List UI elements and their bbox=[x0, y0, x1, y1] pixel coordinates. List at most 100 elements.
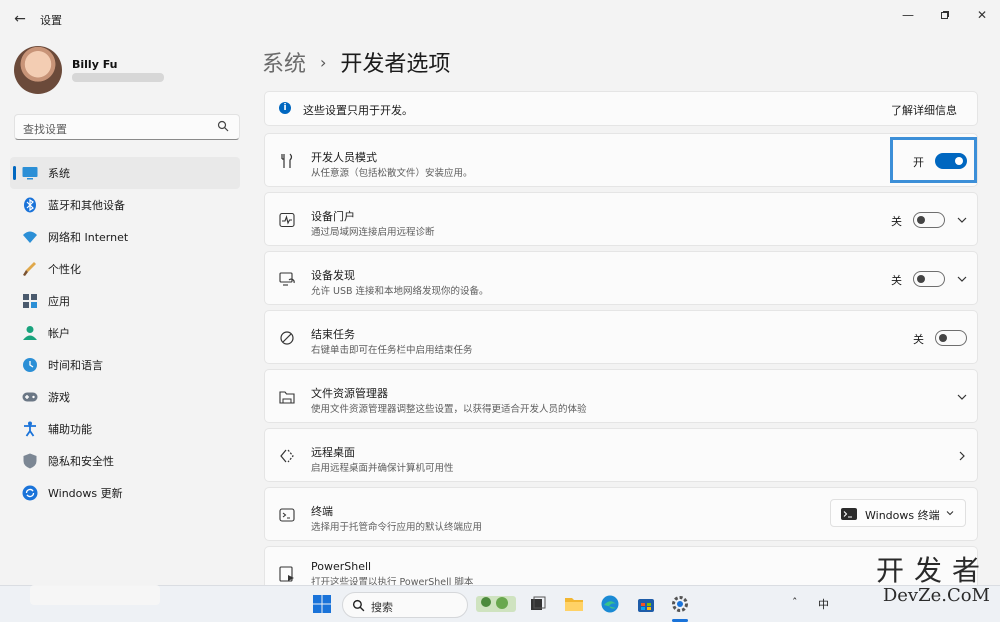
diagnostics-icon bbox=[279, 212, 295, 228]
powershell-icon bbox=[279, 566, 294, 582]
terminal-app-icon bbox=[841, 508, 857, 520]
end-task-toggle[interactable] bbox=[935, 330, 967, 346]
task-view-icon[interactable] bbox=[528, 594, 548, 614]
chevron-right-icon[interactable] bbox=[955, 449, 969, 463]
maximize-icon[interactable] bbox=[931, 6, 959, 24]
setting-desc: 启用远程桌面并确保计算机可用性 bbox=[311, 463, 454, 474]
setting-desc: 通过局域网连接启用远程诊断 bbox=[311, 227, 435, 238]
sidebar-item-accessibility[interactable]: 辅助功能 bbox=[10, 413, 240, 445]
learn-more-link[interactable]: 了解详细信息 bbox=[891, 102, 957, 118]
page-title: 开发者选项 bbox=[340, 52, 451, 77]
window-title: 设置 bbox=[40, 14, 62, 27]
sidebar-item-label: 系统 bbox=[48, 167, 70, 180]
search-icon[interactable] bbox=[217, 120, 229, 132]
sidebar-item-label: 蓝牙和其他设备 bbox=[48, 199, 125, 212]
minimize-icon[interactable]: — bbox=[894, 6, 922, 24]
store-icon[interactable] bbox=[636, 594, 656, 614]
setting-title: 开发人员模式 bbox=[311, 151, 377, 164]
accessibility-icon bbox=[22, 421, 38, 437]
highlight-annotation bbox=[890, 137, 977, 183]
info-banner: i 这些设置只用于开发。 了解详细信息 bbox=[264, 91, 978, 126]
avatar[interactable] bbox=[14, 46, 62, 94]
sidebar-item-label: 网络和 Internet bbox=[48, 231, 129, 244]
time-language-icon bbox=[22, 357, 38, 373]
device-discovery-toggle[interactable] bbox=[913, 271, 945, 287]
terminal-select[interactable]: Windows 终端 bbox=[830, 499, 966, 527]
windows-update-icon bbox=[22, 485, 38, 501]
back-arrow-icon[interactable]: ← bbox=[10, 10, 30, 28]
terminal-select-value: Windows 终端 bbox=[865, 509, 940, 522]
sidebar-item-time-language[interactable]: 时间和语言 bbox=[10, 349, 240, 381]
chevron-down-icon[interactable] bbox=[955, 390, 969, 404]
sidebar-item-label: 个性化 bbox=[48, 263, 81, 276]
input-language-indicator[interactable]: 中 bbox=[818, 596, 829, 612]
sidebar-item-network[interactable]: 网络和 Internet bbox=[10, 221, 240, 253]
system-icon bbox=[22, 165, 38, 181]
search-icon bbox=[352, 599, 365, 612]
sidebar-item-label: 辅助功能 bbox=[48, 423, 92, 436]
search-highlight-icon[interactable] bbox=[476, 594, 516, 614]
settings-gear-icon[interactable] bbox=[670, 594, 690, 614]
setting-title: 终端 bbox=[311, 505, 333, 518]
settings-window: ← 设置 — ✕ Billy Fu 查找设置 系统 蓝牙和其他设备 网络和 In… bbox=[0, 0, 1000, 588]
setting-title: 远程桌面 bbox=[311, 446, 355, 459]
setting-desc: 从任意源（包括松散文件）安装应用。 bbox=[311, 168, 473, 179]
taskbar-search-label: 搜索 bbox=[371, 601, 393, 614]
setting-device-discovery: 设备发现 允许 USB 连接和本地网络发现你的设备。 关 bbox=[264, 251, 978, 305]
sidebar-nav: 系统 蓝牙和其他设备 网络和 Internet 个性化 应用 帐户 时间和语言 bbox=[10, 157, 240, 509]
block-icon bbox=[280, 331, 294, 345]
title-bar: ← 设置 — ✕ bbox=[0, 0, 1000, 38]
setting-developer-mode: 开发人员模式 从任意源（包括松散文件）安装应用。 开 bbox=[264, 133, 978, 187]
setting-title: 设备发现 bbox=[311, 269, 355, 282]
sidebar-item-apps[interactable]: 应用 bbox=[10, 285, 240, 317]
setting-title: 设备门户 bbox=[311, 210, 355, 223]
sidebar-item-personalization[interactable]: 个性化 bbox=[10, 253, 240, 285]
setting-powershell[interactable]: PowerShell 打开这些设置以执行 PowerShell 脚本 bbox=[264, 546, 978, 588]
setting-title: 结束任务 bbox=[311, 328, 355, 341]
device-discovery-icon bbox=[279, 272, 295, 286]
sidebar-item-gaming[interactable]: 游戏 bbox=[10, 381, 240, 413]
terminal-icon bbox=[279, 508, 295, 522]
chevron-down-icon bbox=[946, 511, 954, 516]
profile-name: Billy Fu bbox=[72, 58, 118, 71]
sidebar-item-accounts[interactable]: 帐户 bbox=[10, 317, 240, 349]
folder-icon bbox=[279, 391, 295, 404]
close-icon[interactable]: ✕ bbox=[968, 6, 996, 24]
sidebar-item-label: 时间和语言 bbox=[48, 359, 103, 372]
info-text: 这些设置只用于开发。 bbox=[303, 104, 413, 117]
profile-email-blurred bbox=[72, 73, 164, 82]
bluetooth-icon bbox=[22, 197, 38, 213]
setting-file-explorer: 文件资源管理器 使用文件资源管理器调整这些设置，以获得更适合开发人员的体验 bbox=[264, 369, 978, 423]
sidebar-item-label: 帐户 bbox=[48, 327, 70, 340]
taskbar-search[interactable]: 搜索 bbox=[342, 592, 468, 618]
sidebar-item-privacy[interactable]: 隐私和安全性 bbox=[10, 445, 240, 477]
sidebar-item-windows-update[interactable]: Windows 更新 bbox=[10, 477, 240, 509]
device-portal-toggle[interactable] bbox=[913, 212, 945, 228]
info-icon: i bbox=[279, 102, 291, 114]
breadcrumb-parent[interactable]: 系统 bbox=[262, 46, 306, 78]
privacy-icon bbox=[22, 453, 38, 469]
tray-chevron-up-icon[interactable]: ˆ bbox=[792, 596, 798, 609]
sidebar-item-bluetooth[interactable]: 蓝牙和其他设备 bbox=[10, 189, 240, 221]
sidebar-item-label: 游戏 bbox=[48, 391, 70, 404]
search-input[interactable]: 查找设置 bbox=[14, 114, 240, 140]
setting-desc: 允许 USB 连接和本地网络发现你的设备。 bbox=[311, 286, 489, 297]
apps-icon bbox=[22, 293, 38, 309]
search-placeholder: 查找设置 bbox=[23, 123, 67, 136]
setting-remote-desktop[interactable]: 远程桌面 启用远程桌面并确保计算机可用性 bbox=[264, 428, 978, 482]
setting-title: 文件资源管理器 bbox=[311, 387, 388, 400]
setting-desc: 右键单击即可在任务栏中启用结束任务 bbox=[311, 345, 473, 356]
sidebar-item-system[interactable]: 系统 bbox=[10, 157, 240, 189]
chevron-down-icon[interactable] bbox=[955, 272, 969, 286]
windows-start-icon[interactable] bbox=[312, 594, 332, 614]
file-explorer-icon[interactable] bbox=[564, 594, 584, 614]
setting-desc: 选择用于托管命令行应用的默认终端应用 bbox=[311, 522, 483, 533]
breadcrumb: 系统 › 开发者选项 bbox=[262, 46, 450, 78]
setting-end-task: 结束任务 右键单击即可在任务栏中启用结束任务 关 bbox=[264, 310, 978, 364]
setting-title: PowerShell bbox=[311, 560, 372, 573]
sidebar-item-label: 隐私和安全性 bbox=[48, 455, 114, 468]
tools-icon bbox=[281, 153, 293, 168]
personalization-icon bbox=[22, 261, 38, 277]
chevron-down-icon[interactable] bbox=[955, 213, 969, 227]
edge-browser-icon[interactable] bbox=[600, 594, 620, 614]
